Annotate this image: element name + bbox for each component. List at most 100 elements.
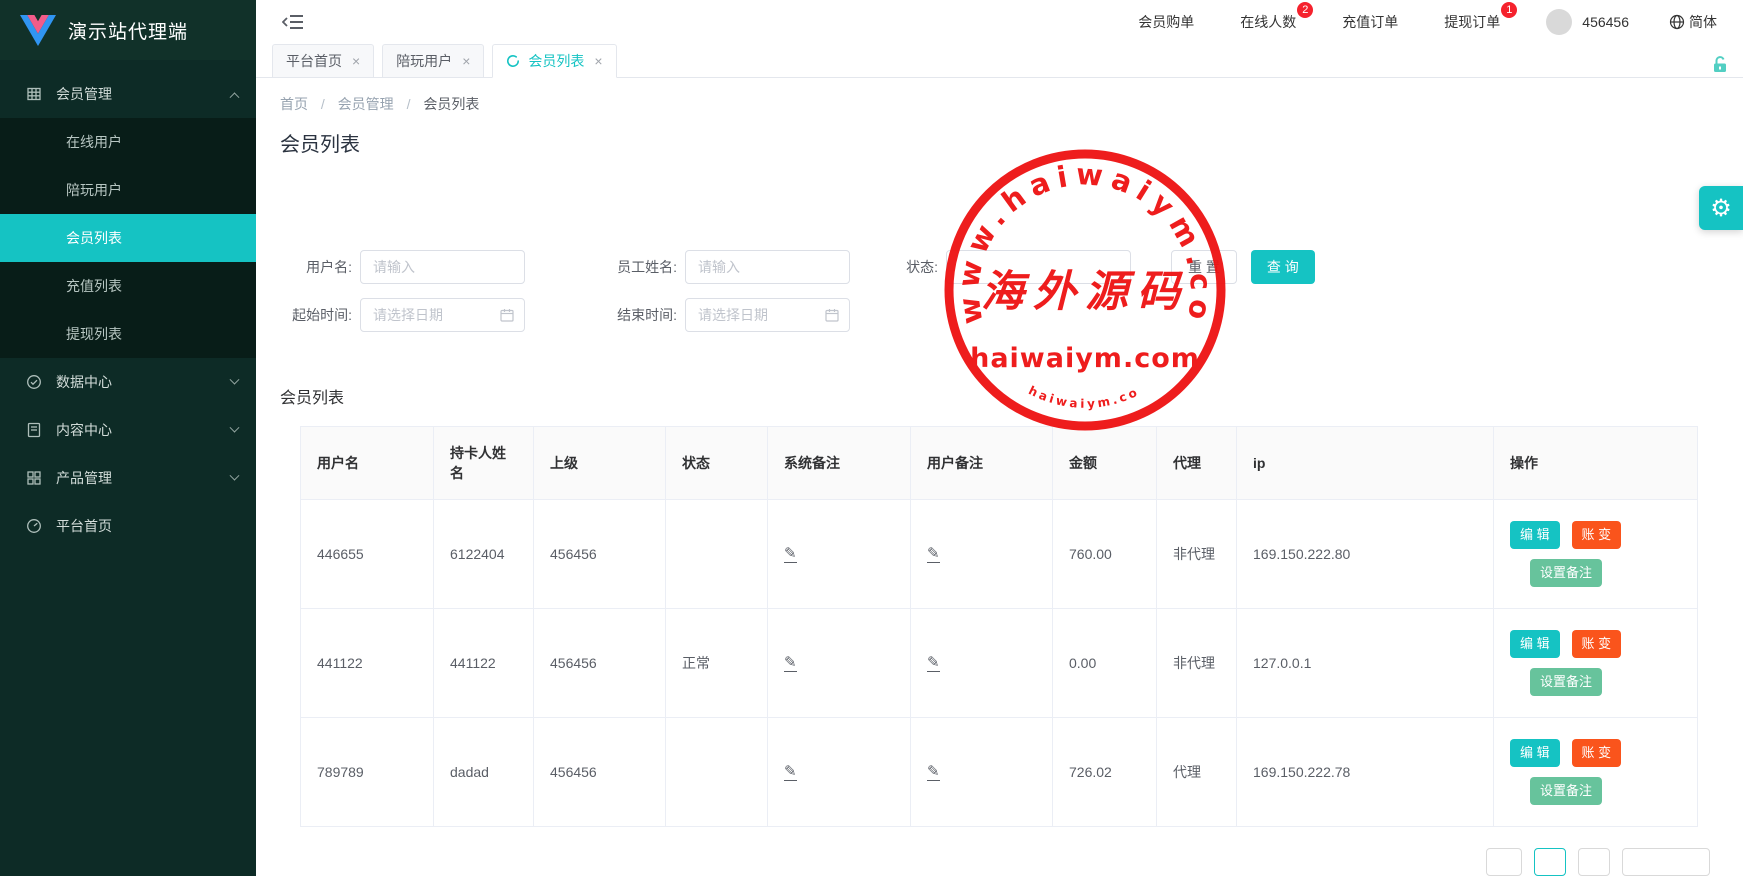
col-system-note: 系统备注 bbox=[768, 427, 911, 500]
balance-change-button[interactable]: 账 变 bbox=[1572, 739, 1622, 767]
edit-button[interactable]: 编 辑 bbox=[1510, 521, 1560, 549]
calendar-icon bbox=[500, 308, 514, 322]
search-button[interactable]: 查 询 bbox=[1251, 250, 1315, 284]
cell-amount: 726.02 bbox=[1053, 718, 1157, 827]
cell-user-note: ✎ bbox=[911, 718, 1053, 827]
col-cardholder: 持卡人姓名 bbox=[434, 427, 534, 500]
app-window: 演示站代理端 会员管理 在线用户 陪玩用户 会员列表 充值列表 bbox=[0, 0, 1743, 876]
cell-cardholder: 6122404 bbox=[434, 500, 534, 609]
refresh-icon[interactable] bbox=[506, 54, 520, 68]
end-time-label: 结束时间: bbox=[605, 305, 677, 325]
cell-system-note: ✎ bbox=[768, 718, 911, 827]
sidebar-item-member-management[interactable]: 会员管理 bbox=[0, 70, 256, 118]
filter-row-2: 起始时间: 请选择日期 结束时间: 请选择日期 bbox=[280, 298, 1719, 332]
member-submenu: 在线用户 陪玩用户 会员列表 充值列表 提现列表 bbox=[0, 118, 256, 358]
sidebar-item-withdraw-list[interactable]: 提现列表 bbox=[0, 310, 256, 358]
balance-change-button[interactable]: 账 变 bbox=[1572, 521, 1622, 549]
cell-actions: 编 辑 账 变 设置备注 bbox=[1494, 609, 1698, 718]
tab-platform-home[interactable]: 平台首页 × bbox=[272, 44, 374, 78]
cell-actions: 编 辑 账 变 设置备注 bbox=[1494, 718, 1698, 827]
pagination-page-1-button[interactable] bbox=[1534, 848, 1566, 876]
pagination-prev-button[interactable] bbox=[1486, 848, 1522, 876]
sidebar-item-content-center[interactable]: 内容中心 bbox=[0, 406, 256, 454]
nav-member-orders[interactable]: 会员购单 bbox=[1138, 12, 1194, 32]
sidebar-item-platform-home[interactable]: 平台首页 bbox=[0, 502, 256, 550]
sidebar-collapse-icon[interactable] bbox=[282, 13, 304, 31]
tab-member-list[interactable]: 会员列表 × bbox=[492, 44, 616, 78]
tabbar: 平台首页 × 陪玩用户 × 会员列表 × bbox=[256, 44, 1743, 78]
pagination-next-button[interactable] bbox=[1578, 848, 1610, 876]
date-placeholder: 请选择日期 bbox=[698, 305, 825, 325]
tab-label: 陪玩用户 bbox=[396, 51, 452, 71]
close-icon[interactable]: × bbox=[594, 53, 602, 69]
language-switcher[interactable]: 简体 bbox=[1669, 12, 1717, 32]
pagination-page-size-select[interactable] bbox=[1622, 848, 1710, 876]
edit-note-icon[interactable]: ✎ bbox=[927, 546, 940, 563]
cell-agent: 代理 bbox=[1157, 718, 1237, 827]
globe-icon bbox=[1669, 14, 1685, 30]
sidebar-item-online-users[interactable]: 在线用户 bbox=[0, 118, 256, 166]
cell-system-note: ✎ bbox=[768, 609, 911, 718]
cell-ip: 169.150.222.78 bbox=[1237, 718, 1494, 827]
sidebar: 演示站代理端 会员管理 在线用户 陪玩用户 会员列表 充值列表 bbox=[0, 0, 256, 876]
nav-online-count[interactable]: 在线人数 2 bbox=[1240, 12, 1296, 32]
nav-recharge-orders[interactable]: 充值订单 bbox=[1342, 12, 1398, 32]
status-select[interactable] bbox=[946, 250, 1131, 284]
sidebar-item-product-management[interactable]: 产品管理 bbox=[0, 454, 256, 502]
cell-username: 441122 bbox=[301, 609, 434, 718]
cell-username: 446655 bbox=[301, 500, 434, 609]
cell-amount: 0.00 bbox=[1053, 609, 1157, 718]
close-icon[interactable]: × bbox=[352, 53, 360, 69]
start-date-input[interactable]: 请选择日期 bbox=[360, 298, 525, 332]
tab-label: 会员列表 bbox=[528, 51, 584, 71]
edit-button[interactable]: 编 辑 bbox=[1510, 739, 1560, 767]
cell-user-note: ✎ bbox=[911, 500, 1053, 609]
edit-note-icon[interactable]: ✎ bbox=[784, 764, 797, 781]
end-date-input[interactable]: 请选择日期 bbox=[685, 298, 850, 332]
edit-note-icon[interactable]: ✎ bbox=[927, 764, 940, 781]
set-note-button[interactable]: 设置备注 bbox=[1530, 668, 1602, 696]
reset-button[interactable]: 重 置 bbox=[1171, 250, 1237, 284]
member-table: 用户名 持卡人姓名 上级 状态 系统备注 用户备注 金额 代理 ip 操作 44 bbox=[300, 426, 1698, 827]
avatar[interactable] bbox=[1546, 9, 1572, 35]
sidebar-item-label: 会员管理 bbox=[56, 84, 231, 104]
grid-icon bbox=[26, 86, 42, 102]
username-label: 用户名: bbox=[280, 257, 352, 277]
sidebar-item-data-center[interactable]: 数据中心 bbox=[0, 358, 256, 406]
table-section-title: 会员列表 bbox=[280, 388, 1719, 410]
set-note-button[interactable]: 设置备注 bbox=[1530, 777, 1602, 805]
edit-note-icon[interactable]: ✎ bbox=[784, 546, 797, 563]
edit-note-icon[interactable]: ✎ bbox=[927, 655, 940, 672]
settings-gear-button[interactable]: ⚙ bbox=[1699, 186, 1743, 230]
sidebar-item-member-list[interactable]: 会员列表 bbox=[0, 214, 256, 262]
sidebar-item-label: 内容中心 bbox=[56, 420, 231, 440]
table-row: 441122 441122 456456 正常 ✎ ✎ 0.00 非代理 127… bbox=[301, 609, 1698, 718]
username-input[interactable] bbox=[360, 250, 525, 284]
balance-change-button[interactable]: 账 变 bbox=[1572, 630, 1622, 658]
edit-note-icon[interactable]: ✎ bbox=[784, 655, 797, 672]
close-icon[interactable]: × bbox=[462, 53, 470, 69]
set-note-button[interactable]: 设置备注 bbox=[1530, 559, 1602, 587]
breadcrumb-home[interactable]: 首页 bbox=[280, 96, 308, 112]
content: 首页 / 会员管理 / 会员列表 会员列表 用户名: 员工姓名: 状态: 重 置… bbox=[256, 78, 1743, 876]
cell-amount: 760.00 bbox=[1053, 500, 1157, 609]
topbar-right: 会员购单 在线人数 2 充值订单 提现订单 1 456456 bbox=[1092, 9, 1717, 35]
sidebar-item-companion-users[interactable]: 陪玩用户 bbox=[0, 166, 256, 214]
cell-ip: 127.0.0.1 bbox=[1237, 609, 1494, 718]
staff-name-input[interactable] bbox=[685, 250, 850, 284]
edit-button[interactable]: 编 辑 bbox=[1510, 630, 1560, 658]
col-ip: ip bbox=[1237, 427, 1494, 500]
breadcrumb-member-management[interactable]: 会员管理 bbox=[338, 96, 394, 112]
status-label: 状态: bbox=[886, 257, 938, 277]
sidebar-item-label: 平台首页 bbox=[56, 516, 238, 536]
language-label: 简体 bbox=[1689, 12, 1717, 32]
online-count-badge: 2 bbox=[1297, 2, 1313, 18]
cell-system-note: ✎ bbox=[768, 500, 911, 609]
unlock-icon[interactable] bbox=[1711, 55, 1729, 76]
chevron-down-icon bbox=[230, 470, 240, 480]
chevron-down-icon bbox=[230, 374, 240, 384]
tab-label: 平台首页 bbox=[286, 51, 342, 71]
tab-companion-users[interactable]: 陪玩用户 × bbox=[382, 44, 484, 78]
sidebar-item-recharge-list[interactable]: 充值列表 bbox=[0, 262, 256, 310]
nav-withdraw-orders[interactable]: 提现订单 1 bbox=[1444, 12, 1500, 32]
